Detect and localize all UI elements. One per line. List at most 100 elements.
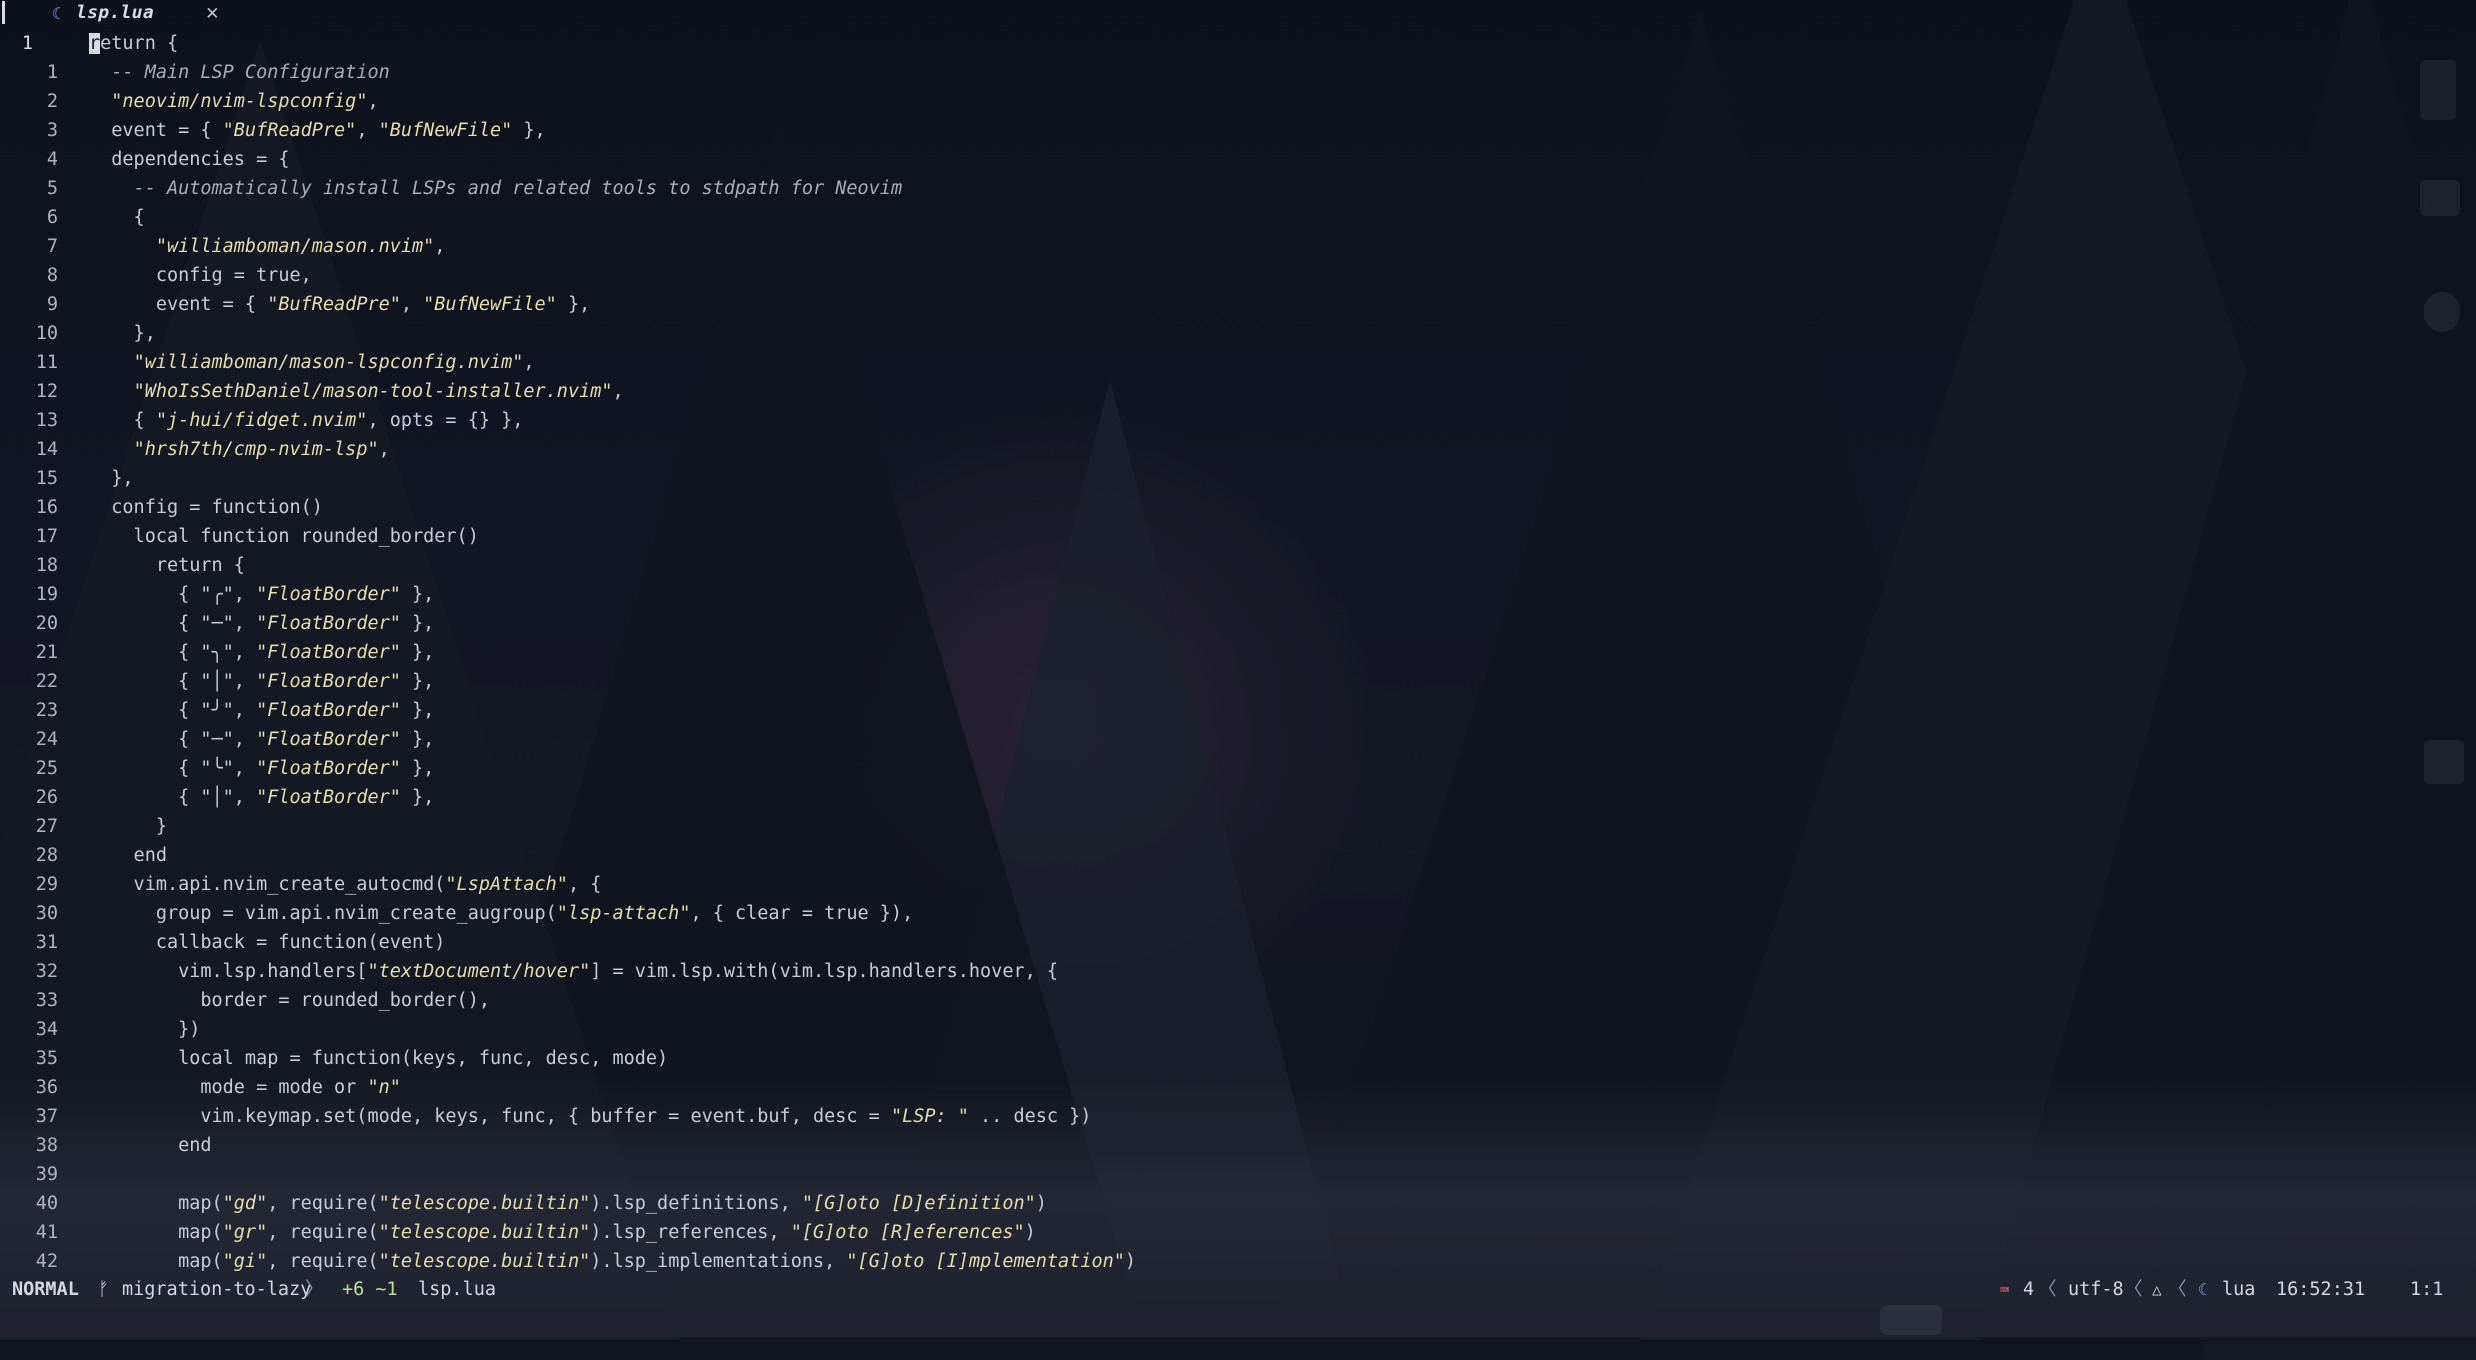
line-content: local map = function(keys, func, desc, m… bbox=[89, 1044, 668, 1073]
line-content: config = true, bbox=[89, 261, 312, 290]
code-editor[interactable]: 1 return {1 -- Main LSP Configuration 2 "n… bbox=[0, 29, 1200, 1276]
code-line[interactable]: 34 }) bbox=[0, 1015, 1200, 1044]
code-line[interactable]: 18 return { bbox=[0, 551, 1200, 580]
line-content: }) bbox=[89, 1015, 200, 1044]
line-number: 40 bbox=[35, 1193, 58, 1214]
line-content: { "╭", "FloatBorder" }, bbox=[89, 580, 434, 609]
code-line[interactable]: 37 vim.keymap.set(mode, keys, func, { bu… bbox=[0, 1102, 1200, 1131]
code-line[interactable]: 32 vim.lsp.handlers["textDocument/hover"… bbox=[0, 957, 1200, 986]
code-line[interactable]: 15 }, bbox=[0, 464, 1200, 493]
line-content: return { bbox=[89, 29, 178, 58]
line-content: { "│", "FloatBorder" }, bbox=[89, 783, 434, 812]
code-token: .. desc }) bbox=[968, 1106, 1092, 1127]
code-line[interactable]: 38 end bbox=[0, 1131, 1200, 1160]
lua-file-icon: ☾ bbox=[2198, 1280, 2208, 1299]
code-token: , bbox=[367, 91, 379, 112]
code-token: }, bbox=[89, 468, 134, 489]
code-line[interactable]: 42 map("gi", require("telescope.builtin"… bbox=[0, 1247, 1200, 1276]
mode-indicator: NORMAL bbox=[12, 1279, 79, 1300]
code-line[interactable]: 36 mode = mode or "n" bbox=[0, 1073, 1200, 1102]
line-content: { "─", "FloatBorder" }, bbox=[89, 725, 434, 754]
code-token: local function rounded_border() bbox=[89, 526, 479, 547]
string-token: "WhoIsSethDaniel/mason-tool-installer.nv… bbox=[133, 381, 613, 402]
line-number: 29 bbox=[35, 874, 58, 895]
code-token: }, bbox=[400, 729, 435, 750]
code-line[interactable]: 33 border = rounded_border(), bbox=[0, 986, 1200, 1015]
text-cursor: r bbox=[89, 33, 101, 54]
code-line[interactable]: 1 -- Main LSP Configuration bbox=[0, 58, 1200, 87]
code-token: }, bbox=[400, 758, 435, 779]
code-token: , require( bbox=[267, 1222, 379, 1243]
code-token: }, bbox=[512, 120, 546, 141]
code-line[interactable]: 27 } bbox=[0, 812, 1200, 841]
code-line[interactable]: 30 group = vim.api.nvim_create_augroup("… bbox=[0, 899, 1200, 928]
code-line[interactable]: 2 "neovim/nvim-lspconfig", bbox=[0, 87, 1200, 116]
line-content: mode = mode or "n" bbox=[89, 1073, 401, 1102]
code-token: { "╮", bbox=[89, 642, 257, 663]
code-line[interactable]: 23 { "╯", "FloatBorder" }, bbox=[0, 696, 1200, 725]
code-line[interactable]: 20 { "─", "FloatBorder" }, bbox=[0, 609, 1200, 638]
code-line[interactable]: 13 { "j-hui/fidget.nvim", opts = {} }, bbox=[0, 406, 1200, 435]
code-line[interactable]: 28 end bbox=[0, 841, 1200, 870]
line-number: 36 bbox=[35, 1077, 58, 1098]
file-type[interactable]: lua bbox=[2222, 1275, 2255, 1305]
code-token: event = { bbox=[89, 120, 223, 141]
tab-lsp-lua[interactable]: ☾ lsp.lua ✕ bbox=[0, 0, 236, 26]
code-line[interactable]: 22 { "│", "FloatBorder" }, bbox=[0, 667, 1200, 696]
code-line[interactable]: 11 "williamboman/mason-lspconfig.nvim", bbox=[0, 348, 1200, 377]
code-line[interactable]: 6 { bbox=[0, 203, 1200, 232]
code-line[interactable]: 7 "williamboman/mason.nvim", bbox=[0, 232, 1200, 261]
code-token: { "│", bbox=[89, 671, 257, 692]
code-line[interactable]: 26 { "│", "FloatBorder" }, bbox=[0, 783, 1200, 812]
code-line[interactable]: 35 local map = function(keys, func, desc… bbox=[0, 1044, 1200, 1073]
code-token: , require( bbox=[267, 1251, 379, 1272]
code-line[interactable]: 21 { "╮", "FloatBorder" }, bbox=[0, 638, 1200, 667]
code-line[interactable]: 19 { "╭", "FloatBorder" }, bbox=[0, 580, 1200, 609]
line-content: "williamboman/mason.nvim", bbox=[89, 232, 446, 261]
code-line[interactable]: 29 vim.api.nvim_create_autocmd("LspAttac… bbox=[0, 870, 1200, 899]
code-line[interactable]: 24 { "─", "FloatBorder" }, bbox=[0, 725, 1200, 754]
code-line[interactable]: 40 map("gd", require("telescope.builtin"… bbox=[0, 1189, 1200, 1218]
code-line[interactable]: 17 local function rounded_border() bbox=[0, 522, 1200, 551]
code-line[interactable]: 12 "WhoIsSethDaniel/mason-tool-installer… bbox=[0, 377, 1200, 406]
line-content: map("gi", require("telescope.builtin").l… bbox=[89, 1247, 1136, 1276]
line-content: "hrsh7th/cmp-nvim-lsp", bbox=[89, 435, 390, 464]
line-number: 33 bbox=[35, 990, 58, 1011]
line-number: 42 bbox=[35, 1251, 58, 1272]
code-token: vim.lsp.handlers[ bbox=[89, 961, 368, 982]
code-token: , bbox=[612, 381, 624, 402]
line-content: -- Automatically install LSPs and relate… bbox=[89, 174, 903, 203]
code-line[interactable]: 5 -- Automatically install LSPs and rela… bbox=[0, 174, 1200, 203]
line-number: 19 bbox=[35, 584, 58, 605]
code-line[interactable]: 10 }, bbox=[0, 319, 1200, 348]
code-line[interactable]: 25 { "╰", "FloatBorder" }, bbox=[0, 754, 1200, 783]
line-number: 21 bbox=[35, 642, 58, 663]
code-line[interactable]: 1 return { bbox=[0, 29, 1200, 58]
close-icon[interactable]: ✕ bbox=[206, 0, 219, 24]
code-line[interactable]: 9 event = { "BufReadPre", "BufNewFile" }… bbox=[0, 290, 1200, 319]
code-line[interactable]: 14 "hrsh7th/cmp-nvim-lsp", bbox=[0, 435, 1200, 464]
code-line[interactable]: 16 config = function() bbox=[0, 493, 1200, 522]
code-line[interactable]: 8 config = true, bbox=[0, 261, 1200, 290]
line-number: 4 bbox=[46, 149, 58, 170]
code-line[interactable]: 31 callback = function(event) bbox=[0, 928, 1200, 957]
code-token: local map = function(keys, func, desc, m… bbox=[89, 1048, 669, 1069]
code-line[interactable]: 39 bbox=[0, 1160, 1200, 1189]
file-encoding[interactable]: utf-8 bbox=[2068, 1275, 2124, 1305]
comment-token: -- Main LSP Configuration bbox=[111, 62, 390, 83]
line-number: 27 bbox=[35, 816, 58, 837]
git-branch-name[interactable]: migration-to-lazy bbox=[122, 1275, 311, 1305]
string-token: "LSP: " bbox=[890, 1106, 969, 1127]
code-line[interactable]: 41 map("gr", require("telescope.builtin"… bbox=[0, 1218, 1200, 1247]
line-content: { bbox=[89, 203, 145, 232]
code-token: vim.keymap.set(mode, keys, func, { buffe… bbox=[89, 1106, 891, 1127]
code-line[interactable]: 4 dependencies = { bbox=[0, 145, 1200, 174]
code-line[interactable]: 3 event = { "BufReadPre", "BufNewFile" }… bbox=[0, 116, 1200, 145]
line-number: 9 bbox=[46, 294, 58, 315]
code-token: group = vim.api.nvim_create_augroup( bbox=[89, 903, 557, 924]
line-number: 41 bbox=[35, 1222, 58, 1243]
code-token: }) bbox=[89, 1019, 201, 1040]
